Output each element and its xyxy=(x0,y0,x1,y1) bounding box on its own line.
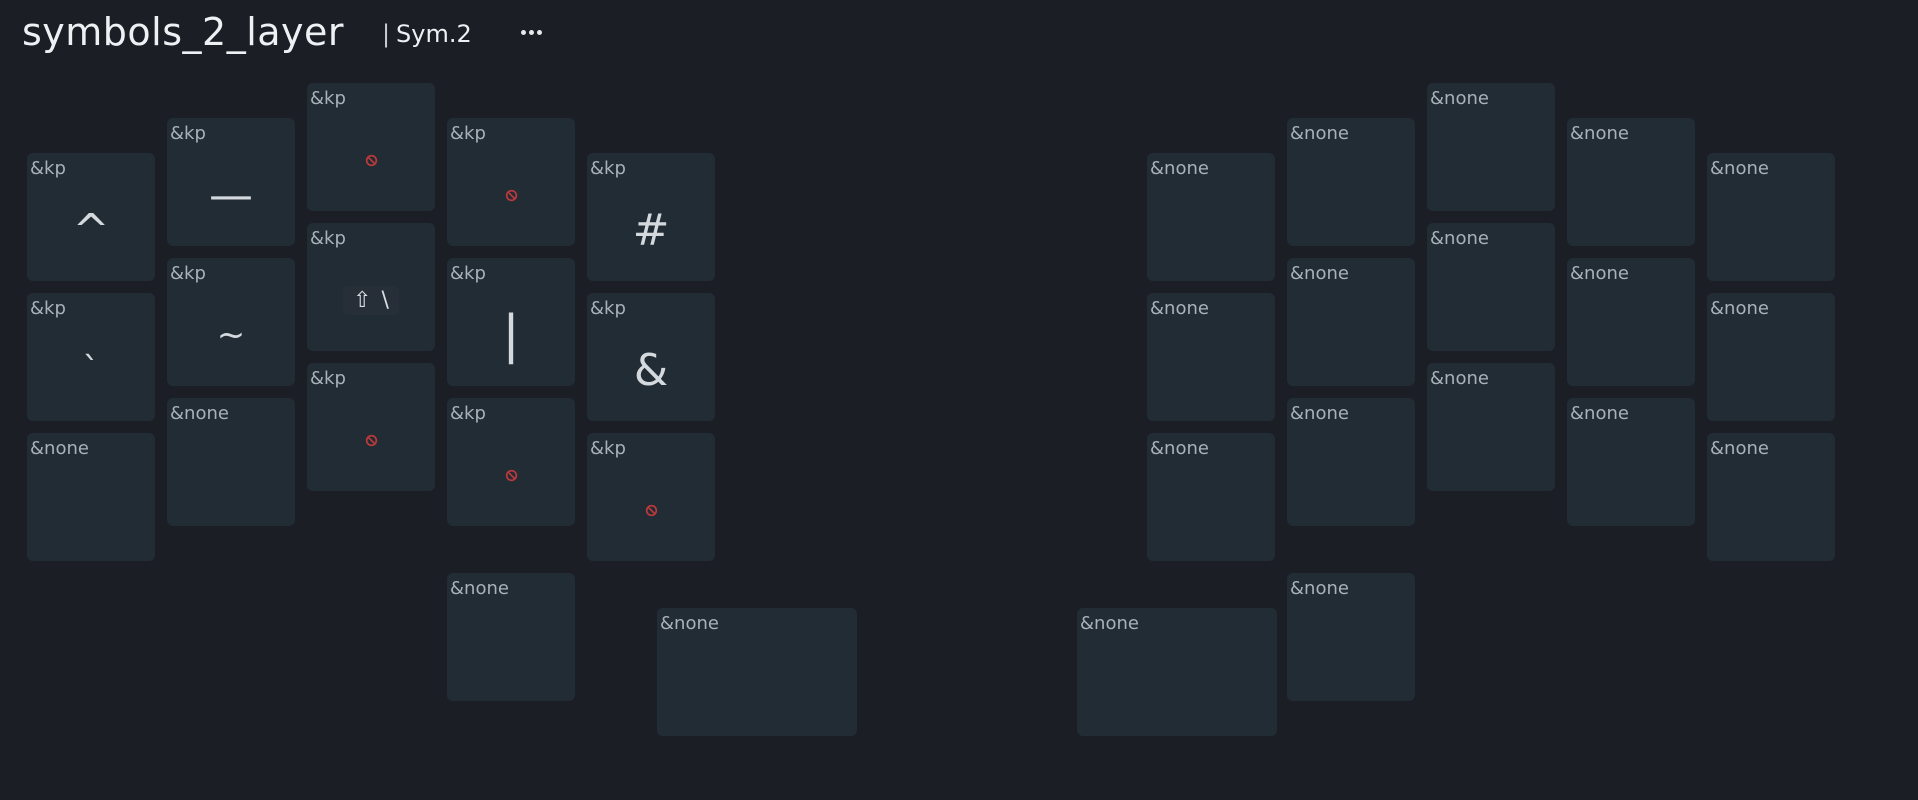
thumb-key-T2[interactable]: &none xyxy=(1077,608,1277,736)
key-param-none-icon xyxy=(447,154,575,236)
key-L1[interactable]: &kp — xyxy=(167,118,295,246)
key-behavior: &kp xyxy=(170,263,206,284)
key-behavior: &kp xyxy=(450,263,486,284)
key-behavior: &none xyxy=(1430,228,1489,249)
layer-title[interactable]: symbols_2_layer xyxy=(22,10,344,54)
key-behavior: &none xyxy=(1150,158,1209,179)
key-behavior: &none xyxy=(1290,403,1349,424)
key-param: ~ xyxy=(216,315,246,355)
layer-label[interactable]: Sym.2 xyxy=(396,20,472,48)
key-behavior: &kp xyxy=(590,438,626,459)
key-behavior: &kp xyxy=(310,88,346,109)
key-R8[interactable]: &none xyxy=(1567,258,1695,386)
key-behavior: &none xyxy=(1080,613,1139,634)
none-icon xyxy=(505,469,517,481)
key-L11[interactable]: &none xyxy=(167,398,295,526)
key-behavior: &kp xyxy=(450,123,486,144)
key-L8[interactable]: &kp | xyxy=(447,258,575,386)
key-L5[interactable]: &kp ` xyxy=(27,293,155,421)
key-param: | xyxy=(502,305,520,365)
keymap-editor: symbols_2_layer | Sym.2 &kp ^ &kp — &kp … xyxy=(0,0,1918,800)
key-L3[interactable]: &kp xyxy=(447,118,575,246)
key-R13[interactable]: &none xyxy=(1567,398,1695,526)
none-icon xyxy=(645,504,657,516)
key-behavior: &none xyxy=(450,578,509,599)
key-behavior: &kp xyxy=(310,368,346,389)
chip-key: \ xyxy=(381,287,389,313)
key-R6[interactable]: &none xyxy=(1287,258,1415,386)
key-behavior: &kp xyxy=(30,158,66,179)
key-R2[interactable]: &none xyxy=(1427,83,1555,211)
key-R0[interactable]: &none xyxy=(1147,153,1275,281)
key-R12[interactable]: &none xyxy=(1427,363,1555,491)
key-param: ⇧ \ xyxy=(307,259,435,341)
none-icon xyxy=(365,434,377,446)
key-behavior: &none xyxy=(1430,88,1489,109)
key-behavior: &kp xyxy=(170,123,206,144)
key-R11[interactable]: &none xyxy=(1287,398,1415,526)
key-behavior: &none xyxy=(1290,263,1349,284)
key-L0[interactable]: &kp ^ xyxy=(27,153,155,281)
key-behavior: &kp xyxy=(30,298,66,319)
key-L12[interactable]: &kp xyxy=(307,363,435,491)
key-behavior: &none xyxy=(1290,123,1349,144)
key-param-none-icon xyxy=(307,399,435,481)
thumb-key-T0[interactable]: &none xyxy=(447,573,575,701)
key-R7[interactable]: &none xyxy=(1427,223,1555,351)
key-R10[interactable]: &none xyxy=(1147,433,1275,561)
key-L2[interactable]: &kp xyxy=(307,83,435,211)
key-R14[interactable]: &none xyxy=(1707,433,1835,561)
key-param: # xyxy=(632,204,670,256)
key-R3[interactable]: &none xyxy=(1567,118,1695,246)
more-horizontal-icon[interactable] xyxy=(516,14,546,50)
key-R5[interactable]: &none xyxy=(1147,293,1275,421)
key-behavior: &kp xyxy=(310,228,346,249)
key-behavior: &none xyxy=(1570,263,1629,284)
key-L7[interactable]: &kp ⇧ \ xyxy=(307,223,435,351)
key-behavior: &none xyxy=(1150,298,1209,319)
shift-icon: ⇧ xyxy=(353,287,372,313)
key-L4[interactable]: &kp # xyxy=(587,153,715,281)
key-param-none-icon xyxy=(587,469,715,551)
thumb-key-T3[interactable]: &none xyxy=(1287,573,1415,701)
modifier-chip: ⇧ \ xyxy=(343,285,399,315)
key-behavior: &none xyxy=(170,403,229,424)
key-R1[interactable]: &none xyxy=(1287,118,1415,246)
key-behavior: &none xyxy=(1150,438,1209,459)
none-icon xyxy=(505,189,517,201)
key-L9[interactable]: &kp & xyxy=(587,293,715,421)
title-separator: | xyxy=(382,20,391,48)
key-behavior: &none xyxy=(1710,298,1769,319)
key-param: & xyxy=(633,344,669,396)
key-param: ` xyxy=(82,350,100,390)
key-L13[interactable]: &kp xyxy=(447,398,575,526)
key-R4[interactable]: &none xyxy=(1707,153,1835,281)
key-L14[interactable]: &kp xyxy=(587,433,715,561)
key-behavior: &none xyxy=(1570,123,1629,144)
key-behavior: &none xyxy=(1570,403,1629,424)
key-param: — xyxy=(209,169,253,221)
key-param-none-icon xyxy=(307,119,435,201)
key-L6[interactable]: &kp ~ xyxy=(167,258,295,386)
key-behavior: &none xyxy=(1430,368,1489,389)
key-behavior: &none xyxy=(1710,158,1769,179)
key-behavior: &kp xyxy=(450,403,486,424)
key-L10[interactable]: &none xyxy=(27,433,155,561)
key-param-none-icon xyxy=(447,434,575,516)
key-param: ^ xyxy=(72,204,110,256)
key-behavior: &kp xyxy=(590,298,626,319)
key-behavior: &none xyxy=(1290,578,1349,599)
key-behavior: &none xyxy=(660,613,719,634)
key-behavior: &none xyxy=(30,438,89,459)
key-R9[interactable]: &none xyxy=(1707,293,1835,421)
key-behavior: &kp xyxy=(590,158,626,179)
thumb-key-T1[interactable]: &none xyxy=(657,608,857,736)
none-icon xyxy=(365,154,377,166)
key-behavior: &none xyxy=(1710,438,1769,459)
